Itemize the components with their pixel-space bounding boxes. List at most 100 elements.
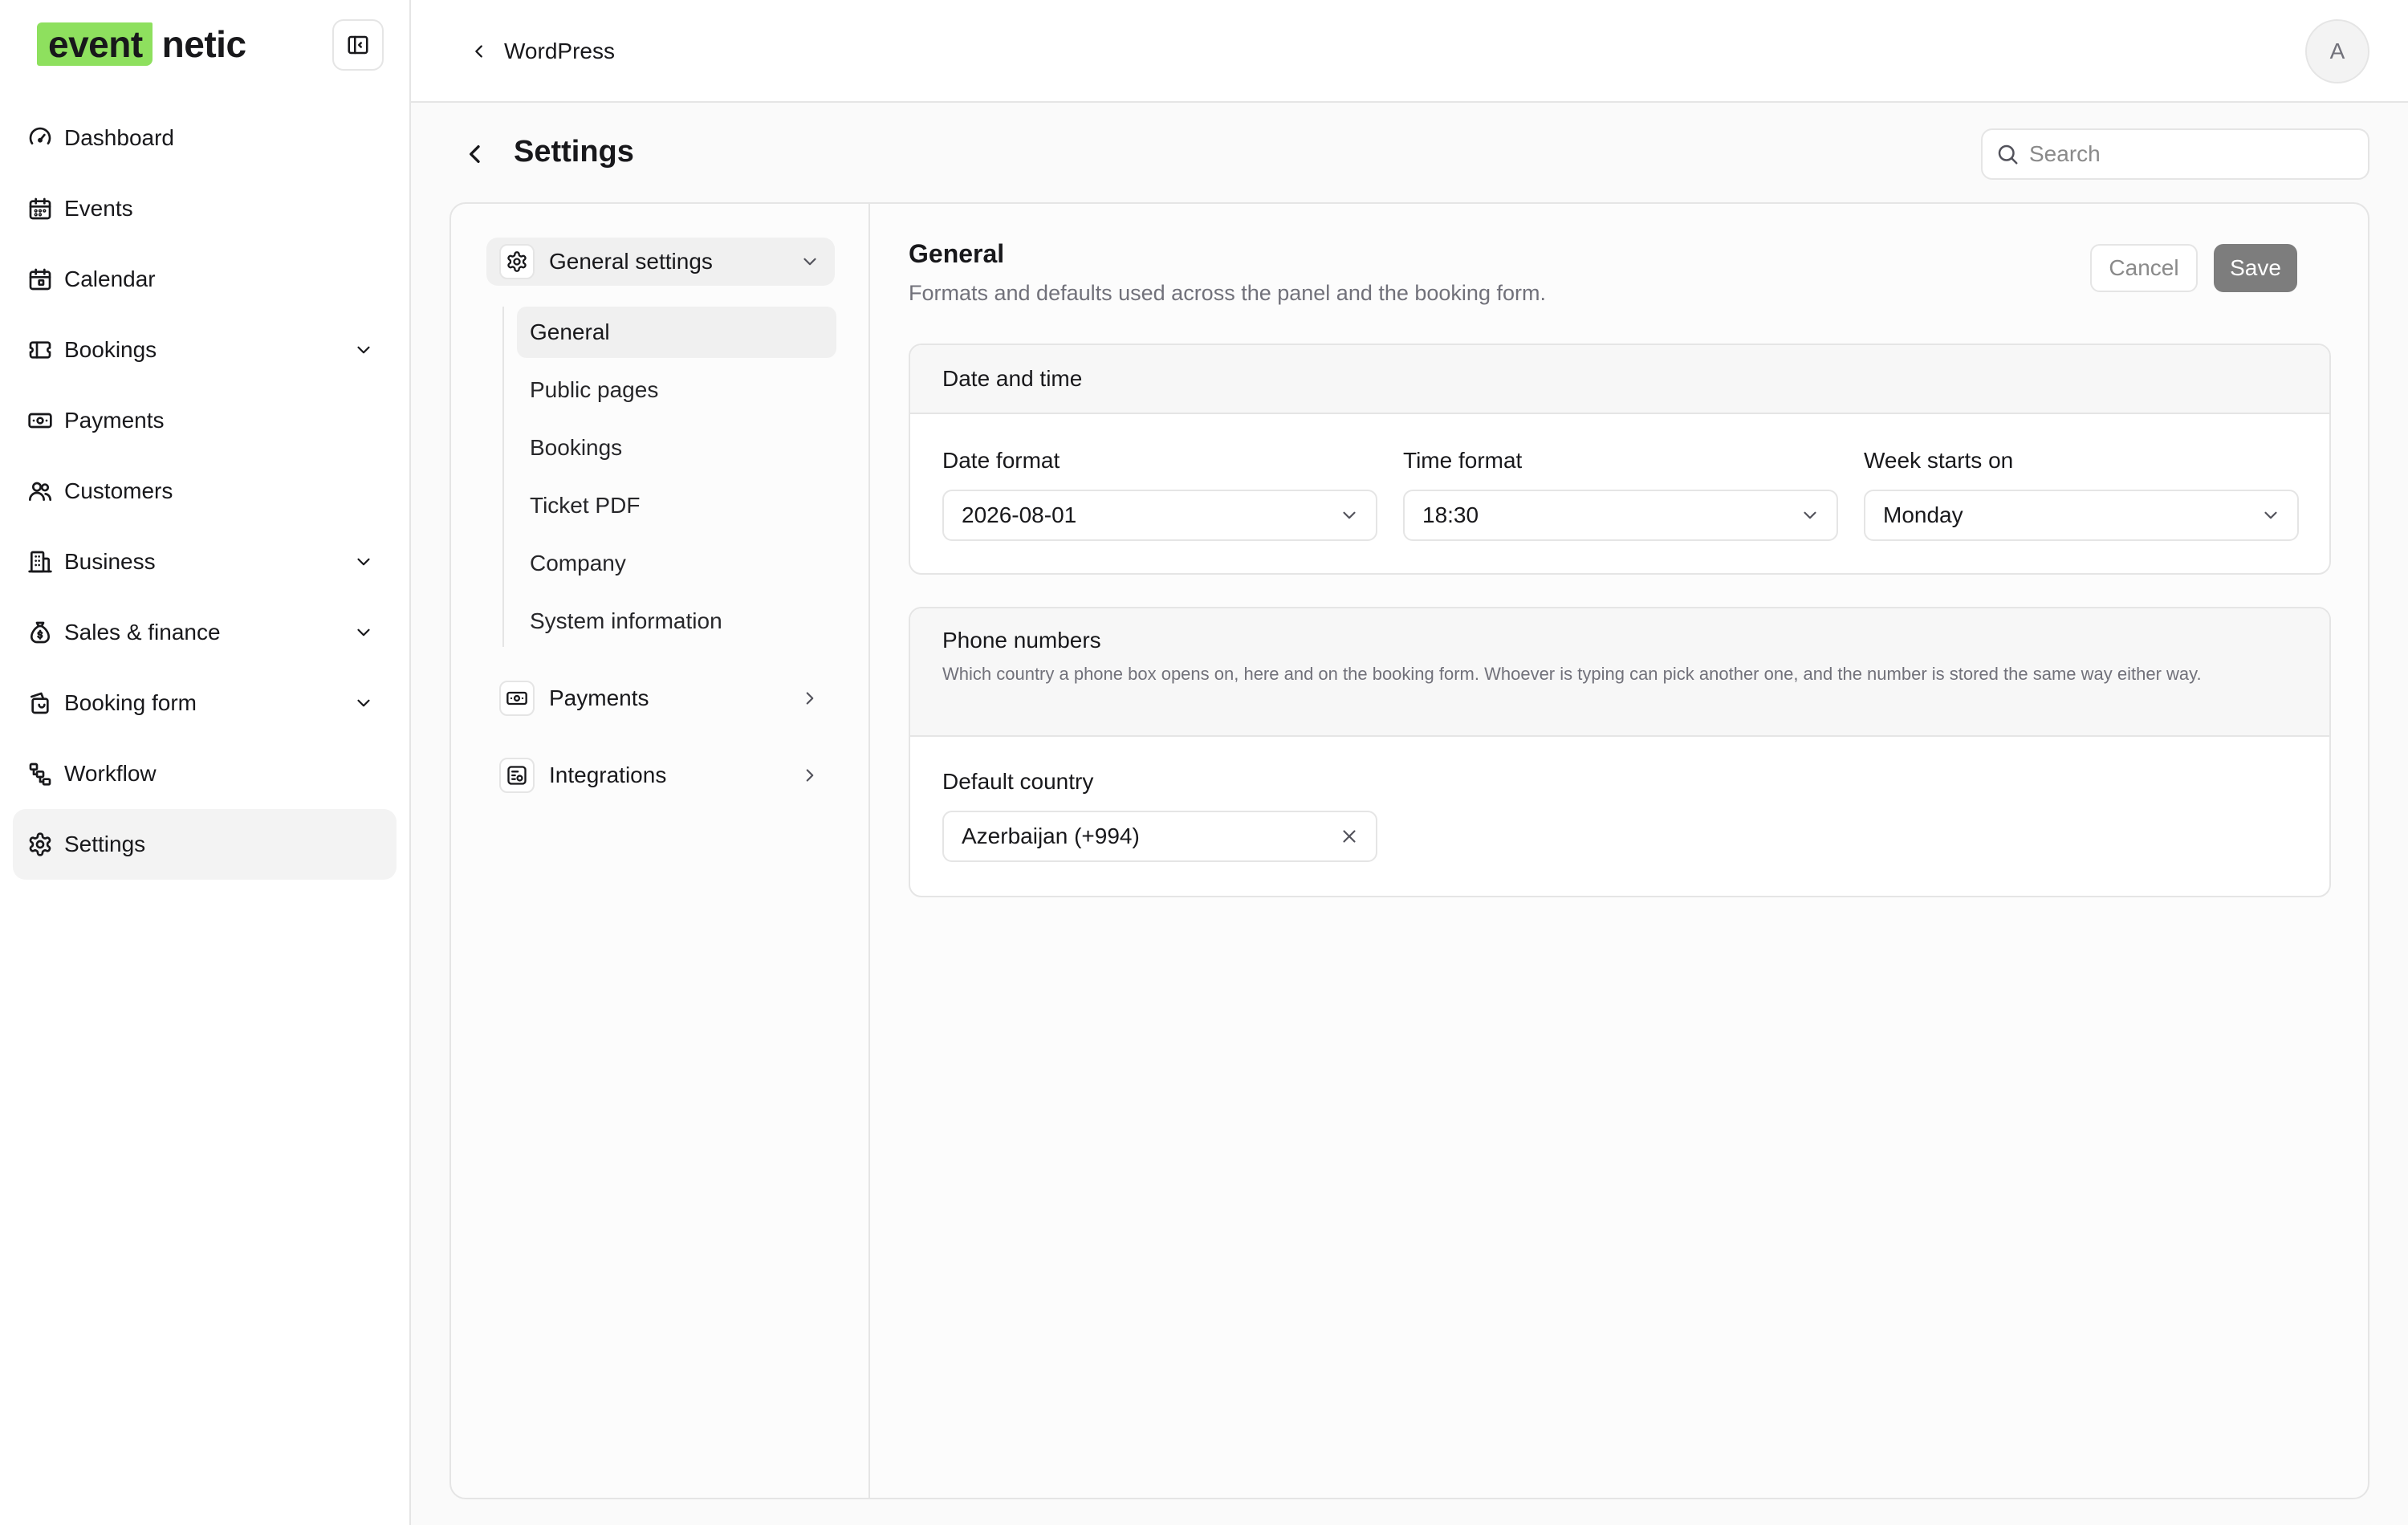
date-format-select[interactable]: 2026-08-01 <box>942 490 1377 541</box>
settings-group-payments[interactable]: Payments <box>486 674 835 722</box>
sidebar-toggle-icon <box>348 35 368 55</box>
chevron-down-icon <box>1343 511 1356 519</box>
sidebar-item-customers[interactable]: Customers <box>13 456 397 527</box>
money-bag-icon <box>31 621 50 644</box>
integrations-icon <box>499 758 535 793</box>
default-country-select[interactable]: Azerbaijan (+994) <box>942 811 1377 862</box>
sidebar-item-events[interactable]: Events <box>13 173 397 244</box>
chevron-down-icon <box>803 258 816 266</box>
sidebar-item-booking-form[interactable]: Booking form <box>13 668 397 738</box>
search-icon <box>1998 144 2018 165</box>
settings-item-bookings[interactable]: Bookings <box>517 422 836 474</box>
section-title: General <box>909 239 1005 268</box>
settings-item-company[interactable]: Company <box>517 538 836 589</box>
sidebar-item-workflow[interactable]: Workflow <box>13 738 397 809</box>
settings-item-general[interactable]: General <box>517 307 836 358</box>
sidebar-toggle-button[interactable] <box>332 19 384 71</box>
sidebar-item-bookings[interactable]: Bookings <box>13 315 397 385</box>
sidebar-item-calendar[interactable]: Calendar <box>13 244 397 315</box>
sidebar-item-label: Workflow <box>64 761 157 786</box>
sidebar-item-payments[interactable]: Payments <box>13 385 397 456</box>
settings-group-label: Integrations <box>549 762 667 787</box>
chevron-right-icon <box>806 692 814 705</box>
general-settings-items: General Public pages Bookings Ticket PDF… <box>502 307 836 647</box>
general-settings-content: General Formats and defaults used across… <box>870 204 2368 1498</box>
time-format-field: Time format 18:30 <box>1403 448 1838 541</box>
building-icon <box>28 551 52 573</box>
sidebar-item-business[interactable]: Business <box>13 527 397 597</box>
ticket-icon <box>29 341 51 359</box>
form-icon <box>31 692 49 714</box>
time-format-select[interactable]: 18:30 <box>1403 490 1838 541</box>
date-format-label: Date format <box>942 448 1060 473</box>
settings-nav: General settings General Public pages Bo… <box>451 204 870 1498</box>
search-box[interactable] <box>1981 128 2369 180</box>
chevron-down-icon[interactable] <box>353 693 374 714</box>
phone-numbers-panel-header: Phone numbers Which country a phone box … <box>910 608 2329 737</box>
gear-icon <box>499 244 535 279</box>
save-button[interactable]: Save <box>2214 244 2297 292</box>
sidebar-item-label: Settings <box>64 832 146 856</box>
time-format-value: 18:30 <box>1422 502 1479 527</box>
sidebar-item-label: Sales & finance <box>64 620 221 645</box>
week-start-label: Week starts on <box>1864 448 2014 473</box>
sidebar-item-label: Payments <box>64 408 165 433</box>
chevron-right-icon <box>806 769 814 782</box>
date-time-panel-header: Date and time <box>910 345 2329 414</box>
avatar[interactable]: A <box>2305 19 2369 83</box>
chevron-down-icon[interactable] <box>353 340 374 360</box>
settings-item-public-pages[interactable]: Public pages <box>517 364 836 416</box>
sidebar-item-label: Booking form <box>64 690 197 715</box>
gauge-icon <box>29 127 51 144</box>
search-input[interactable] <box>2029 141 2350 167</box>
default-country-label: Default country <box>942 769 1094 794</box>
top-bar: WordPress A <box>411 0 2408 103</box>
chevron-left-icon <box>475 45 482 58</box>
settings-item-system-information[interactable]: System information <box>517 596 836 647</box>
settings-card: General settings General Public pages Bo… <box>449 202 2369 1499</box>
sidebar-item-label: Events <box>64 196 133 221</box>
close-icon[interactable] <box>1339 826 1360 847</box>
date-time-panel: Date and time Date format 2026-08-01 Tim… <box>909 344 2331 575</box>
sidebar-nav: Dashboard Events Calendar Bookings Payme… <box>13 103 397 880</box>
sidebar-item-label: Bookings <box>64 337 157 362</box>
breadcrumb-label: WordPress <box>504 39 615 63</box>
default-country-value: Azerbaijan (+994) <box>962 824 1140 848</box>
settings-group-label: General settings <box>549 249 713 274</box>
settings-group-general[interactable]: General settings <box>486 238 835 286</box>
settings-group-label: Payments <box>549 685 649 710</box>
chevron-down-icon[interactable] <box>353 622 374 643</box>
back-arrow-icon[interactable] <box>462 141 488 167</box>
date-format-field: Date format 2026-08-01 <box>942 448 1377 541</box>
cancel-button[interactable]: Cancel <box>2090 244 2198 292</box>
calendar-icon <box>29 197 51 220</box>
sidebar-item-label: Dashboard <box>64 125 174 150</box>
panel-title: Date and time <box>942 366 1083 391</box>
sidebar-item-dashboard[interactable]: Dashboard <box>13 103 397 173</box>
chevron-down-icon[interactable] <box>353 551 374 572</box>
app-logo[interactable]: event netic <box>37 22 246 66</box>
banknote-icon <box>28 413 52 429</box>
settings-item-ticket-pdf[interactable]: Ticket PDF <box>517 480 836 531</box>
date-format-value: 2026-08-01 <box>962 502 1077 527</box>
time-format-label: Time format <box>1403 448 1523 473</box>
page-title: Settings <box>514 135 634 169</box>
sidebar-item-sales-finance[interactable]: Sales & finance <box>13 597 397 668</box>
calendar-days-icon <box>29 268 51 291</box>
sidebar-item-label: Customers <box>64 478 173 503</box>
logo-mark: event <box>37 22 153 66</box>
banknote-icon <box>499 681 535 716</box>
week-start-select[interactable]: Monday <box>1864 490 2299 541</box>
breadcrumb-back-link[interactable]: WordPress <box>470 35 615 67</box>
logo-text: netic <box>161 23 246 65</box>
sidebar-item-label: Business <box>64 549 156 574</box>
sidebar-item-settings[interactable]: Settings <box>13 809 397 880</box>
chevron-down-icon <box>2264 511 2277 519</box>
week-start-value: Monday <box>1883 502 1963 527</box>
chevron-down-icon <box>1804 511 1816 519</box>
settings-group-integrations[interactable]: Integrations <box>486 751 835 799</box>
default-country-field: Default country Azerbaijan (+994) <box>942 769 1377 862</box>
sidebar-item-label: Calendar <box>64 266 156 291</box>
phone-numbers-panel: Phone numbers Which country a phone box … <box>909 607 2331 897</box>
workflow-icon <box>29 762 51 786</box>
